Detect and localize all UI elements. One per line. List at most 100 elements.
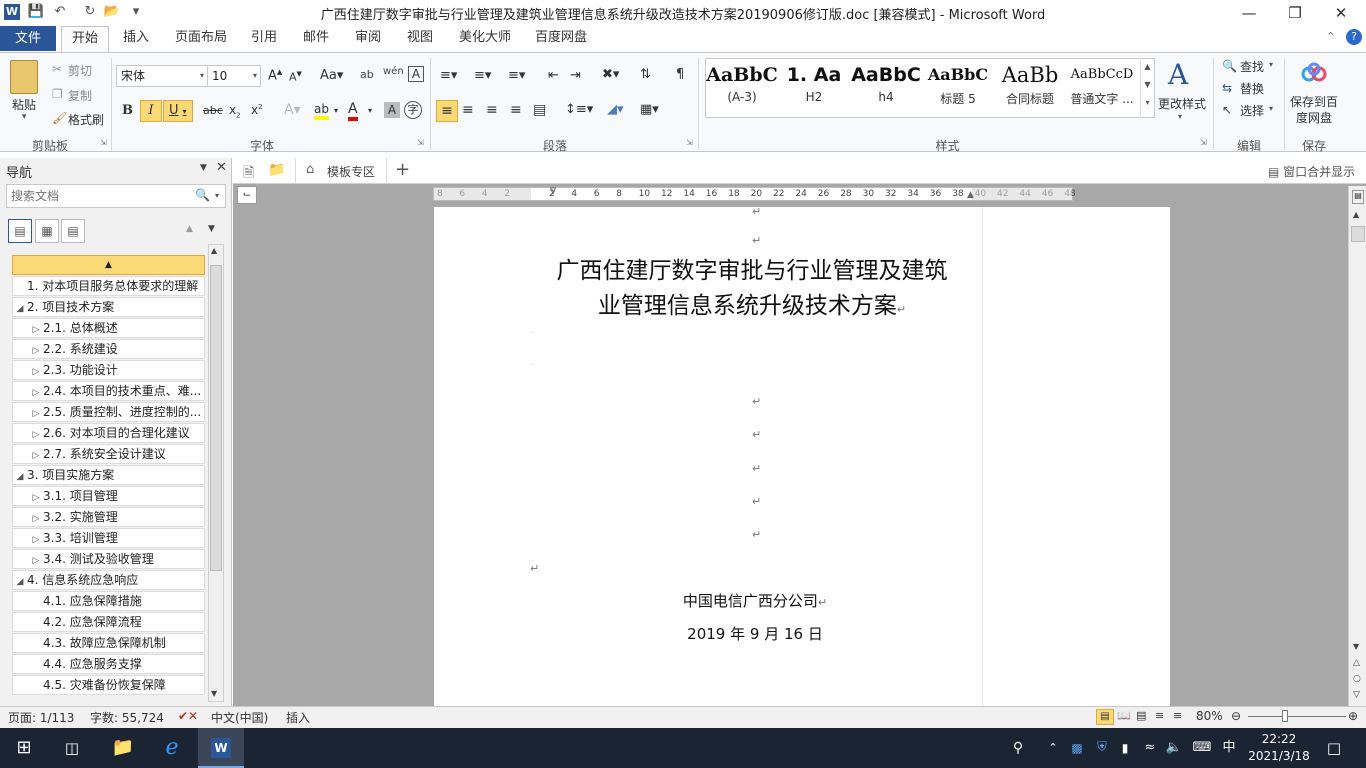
tab-view[interactable]: 视图 (400, 26, 440, 52)
scroll-up-icon[interactable]: ▲ (1353, 210, 1359, 219)
format-painter-icon[interactable]: 🖌 (52, 111, 67, 125)
zoom-slider[interactable] (1248, 716, 1346, 717)
nav-heading-item[interactable]: 4.5. 灾难备份恢复保障 (12, 675, 205, 695)
word-taskbar-button[interactable]: W (198, 728, 244, 768)
browse-object-icon[interactable]: ○ (1353, 674, 1361, 684)
security-shield-icon[interactable]: ⛨ (1092, 728, 1112, 768)
replace-icon[interactable]: ⇆ (1222, 81, 1232, 95)
open-folder-tab-icon[interactable]: 📁 (268, 162, 285, 178)
nav-heading-item[interactable]: ▷ 2.4. 本项目的技术重点、难... (12, 381, 205, 401)
nav-heading-item[interactable]: 4.4. 应急服务支撑 (12, 654, 205, 674)
chinese-layout-icon[interactable]: ✖▾ (602, 67, 619, 82)
tab-selector-icon[interactable]: ⌙ (237, 186, 257, 204)
style-item-heading5[interactable]: AaBbC 标题 5 (922, 60, 994, 116)
tab-review[interactable]: 审阅 (348, 26, 388, 52)
nav-heading-item[interactable]: ◢ 2. 项目技术方案 (12, 297, 205, 317)
tab-baidu-netdisk[interactable]: 百度网盘 (528, 26, 594, 52)
merge-windows-button[interactable]: ▤ 窗口合并显示 (1268, 163, 1355, 180)
styles-scroll[interactable]: ▲ ▼ ▾ (1140, 58, 1154, 118)
phonetic-guide-icon[interactable]: wén (383, 66, 404, 77)
select-icon[interactable]: ↖ (1222, 103, 1232, 117)
tray-app-icon[interactable]: ▩ (1068, 728, 1086, 768)
change-styles-button[interactable]: 更改样式 (1158, 95, 1206, 112)
tab-insert[interactable]: 插入 (114, 26, 158, 52)
change-case-icon[interactable]: Aa▾ (320, 68, 343, 83)
bullets-icon[interactable]: ≡▾ (440, 68, 457, 83)
word-count[interactable]: 字数: 55,724 (90, 709, 164, 726)
tab-mailings[interactable]: 邮件 (296, 26, 336, 52)
bold-button[interactable]: B (122, 103, 133, 118)
nav-heading-item[interactable]: 4.2. 应急保障流程 (12, 612, 205, 632)
outline-view-icon[interactable]: ≡ (1155, 709, 1164, 722)
previous-page-icon[interactable]: △ (1353, 658, 1360, 668)
show-formatting-marks-icon[interactable]: ¶ (676, 67, 684, 82)
zoom-level[interactable]: 80% (1196, 709, 1223, 723)
find-icon[interactable]: 🔍 (1222, 59, 1237, 73)
collapse-ribbon-icon[interactable]: ⌃ (1326, 30, 1335, 43)
full-screen-reading-icon[interactable]: 📖 (1117, 709, 1131, 722)
file-explorer-icon[interactable]: 📁 (104, 728, 142, 768)
nav-heading-item[interactable]: ◢ 3. 项目实施方案 (12, 465, 205, 485)
network-icon[interactable]: ≈ (1140, 728, 1160, 768)
first-line-indent-marker[interactable]: ∇ (548, 187, 558, 203)
company-name[interactable]: 中国电信广西分公司↵ (560, 590, 950, 611)
tab-page-layout[interactable]: 页面布局 (168, 26, 234, 52)
scroll-down-icon[interactable]: ▼ (1353, 642, 1359, 651)
grow-font-icon[interactable]: A▲ (268, 68, 282, 83)
style-item-a3[interactable]: AaBbC (A-3) (706, 60, 778, 116)
tab-references[interactable]: 引用 (244, 26, 284, 52)
undo-icon[interactable]: ↶ (50, 3, 70, 21)
font-color-dropdown-icon[interactable]: ▾ (368, 106, 372, 115)
shrink-font-icon[interactable]: A▼ (289, 70, 302, 84)
clock[interactable]: 22:22 2021/3/18 (1244, 731, 1314, 765)
style-item-h2[interactable]: 1. Aa H2 (778, 60, 850, 116)
help-icon[interactable]: ? (1346, 29, 1362, 45)
document-title[interactable]: 广西住建厅数字审批与行业管理及建筑 业管理信息系统升级技术方案↵ (520, 254, 984, 327)
baidu-cloud-icon[interactable] (1300, 62, 1328, 84)
align-left-button[interactable]: ≡ (436, 100, 458, 122)
nav-previous-icon[interactable]: ▲ (186, 224, 193, 234)
nav-collapse-all-button[interactable]: ▲ (12, 255, 205, 275)
nav-heading-item[interactable]: ▷ 3.3. 培训管理 (12, 528, 205, 548)
align-center-button[interactable]: ≡ (462, 102, 474, 118)
enclose-characters-icon[interactable]: 字 (404, 101, 422, 119)
subscript-button[interactable]: x2 (229, 103, 241, 119)
find-button[interactable]: 查找 (1240, 58, 1264, 75)
font-color-icon[interactable]: A (348, 101, 358, 121)
highlight-dropdown-icon[interactable]: ▾ (334, 106, 338, 115)
tab-home[interactable]: 开始 (61, 26, 109, 53)
nav-scrollbar[interactable]: ▲ ▼ (208, 244, 224, 702)
change-styles-dropdown-icon[interactable]: ▾ (1178, 112, 1182, 121)
windows-start-icon[interactable]: ⊞ (8, 728, 40, 768)
tab-file[interactable]: 文件 (0, 26, 56, 51)
pages-view-tab[interactable]: ▦ (35, 219, 59, 243)
nav-heading-item[interactable]: ▷ 2.5. 质量控制、进度控制的... (12, 402, 205, 422)
nav-heading-item[interactable]: ▷ 2.7. 系统安全设计建议 (12, 444, 205, 464)
ruler-toggle-icon[interactable]: ▤ (1352, 190, 1364, 204)
font-launcher-icon[interactable]: ⇲ (417, 138, 424, 147)
battery-icon[interactable]: ▮ (1116, 728, 1134, 768)
show-hidden-icons-icon[interactable]: ⌃ (1044, 728, 1062, 768)
text-effects-icon[interactable]: A▾ (284, 102, 301, 118)
nav-scroll-thumb[interactable] (210, 265, 222, 571)
clear-formatting-icon[interactable]: ab (360, 68, 374, 81)
select-button[interactable]: 选择 (1240, 102, 1264, 119)
document-scrollbar[interactable]: ▤ ▲ ▼ △ ○ ▽ (1348, 186, 1366, 706)
right-indent-marker[interactable]: ▲ (967, 190, 974, 200)
character-border-icon[interactable]: A (408, 66, 424, 82)
internet-explorer-icon[interactable]: e (152, 728, 192, 768)
paste-button[interactable]: 粘贴 (12, 96, 36, 113)
language-indicator[interactable]: 中文(中国) (211, 709, 268, 726)
highlight-color-icon[interactable]: ab (314, 102, 329, 120)
clipboard-launcher-icon[interactable]: ⇲ (100, 138, 107, 147)
redo-icon[interactable]: ↻ (80, 3, 100, 21)
format-painter-button[interactable]: 格式刷 (68, 111, 104, 128)
cut-button[interactable]: 剪切 (68, 62, 92, 79)
paste-dropdown-icon[interactable]: ▾ (22, 112, 27, 122)
tab-beautify-master[interactable]: 美化大师 (452, 26, 518, 52)
zoom-slider-thumb[interactable] (1282, 710, 1288, 722)
document-scroll-thumb[interactable] (1351, 226, 1365, 242)
template-zone-tab[interactable]: ⌂ 模板专区 (295, 158, 387, 184)
underline-button[interactable]: U ▾ (163, 100, 193, 122)
keyboard-icon[interactable]: ⌨ (1190, 728, 1214, 768)
